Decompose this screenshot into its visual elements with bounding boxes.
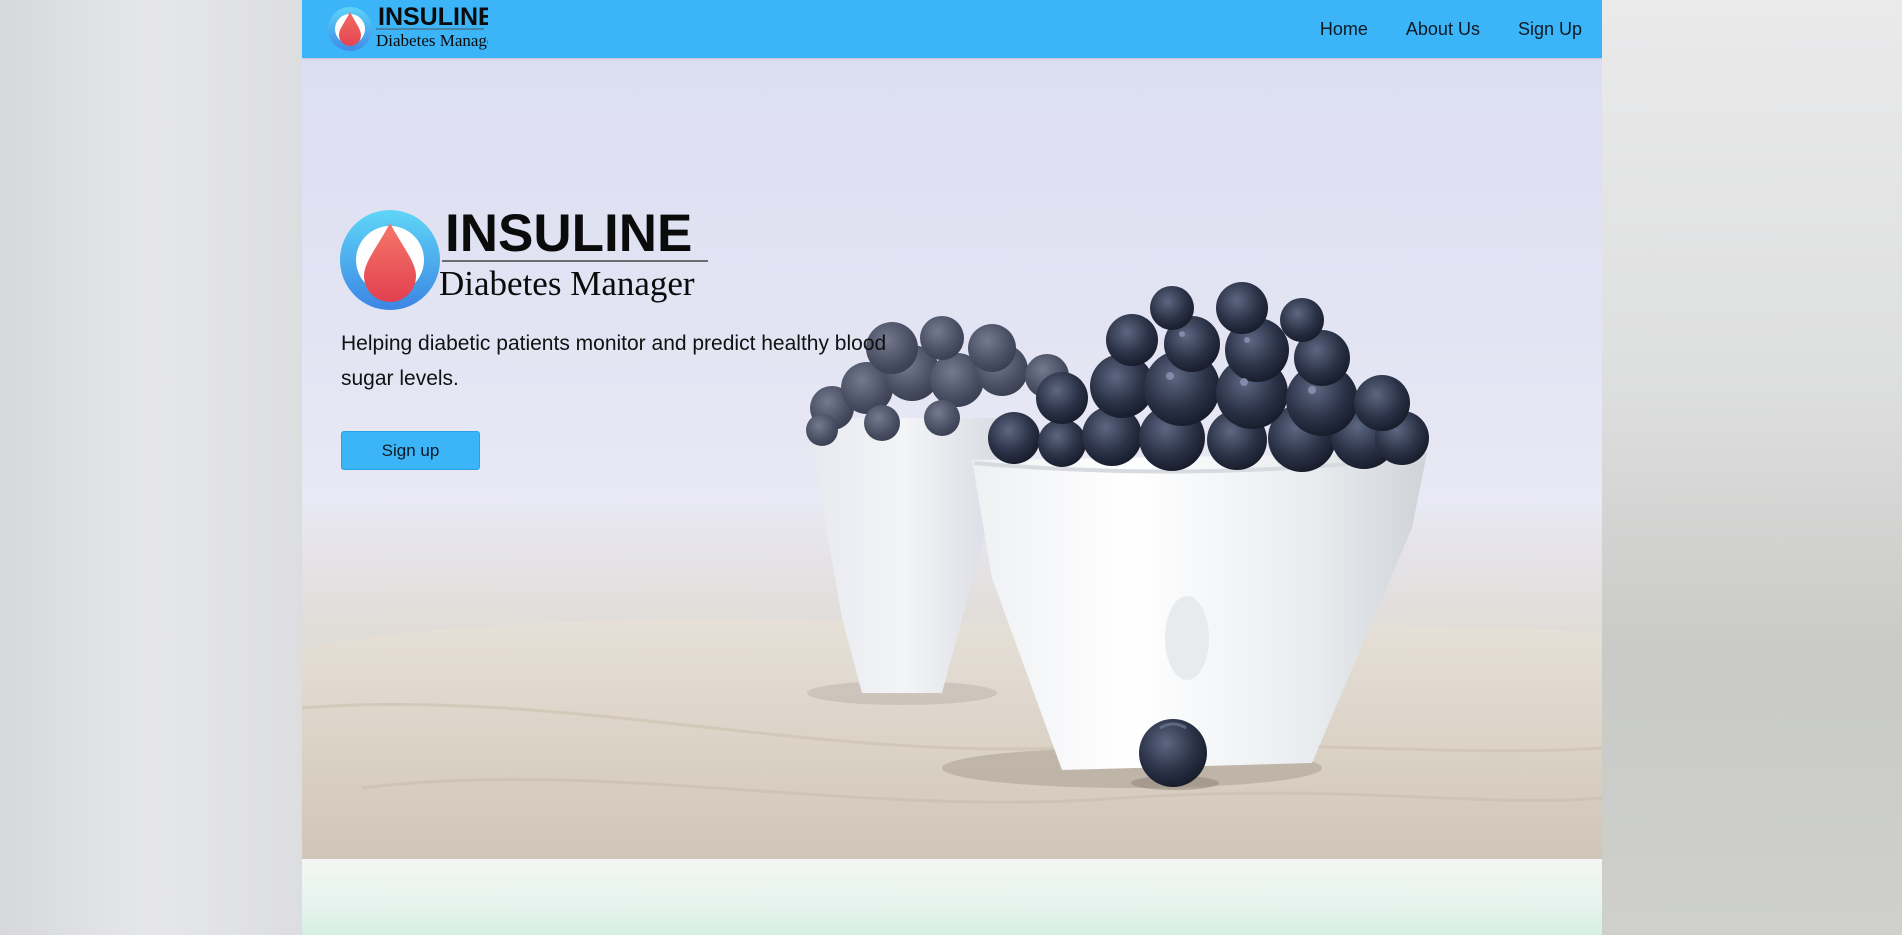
nav-logo[interactable]: INSULINE Diabetes Manager	[328, 4, 488, 54]
page-background-right	[1602, 0, 1902, 935]
hero-tagline: Helping diabetic patients monitor and pr…	[341, 332, 887, 390]
next-section	[302, 859, 1602, 935]
navbar: INSULINE Diabetes Manager Home About Us …	[302, 0, 1602, 58]
hero-logo: INSULINE Diabetes Manager	[340, 206, 708, 310]
blueberry-bowls-photo	[302, 282, 1602, 859]
page: INSULINE Diabetes Manager Home About Us …	[302, 0, 1602, 935]
hero-brand-name: INSULINE	[445, 206, 692, 263]
blood-drop-icon	[340, 210, 440, 310]
brand-subtitle: Diabetes Manager	[376, 31, 488, 50]
nav-home-link[interactable]: Home	[1320, 19, 1368, 40]
brand-name: INSULINE	[378, 4, 488, 31]
nav-links: Home About Us Sign Up	[1282, 0, 1582, 58]
signup-button[interactable]: Sign up	[341, 431, 480, 470]
nav-about-link[interactable]: About Us	[1406, 19, 1480, 40]
blood-drop-icon	[328, 7, 372, 51]
hero-section: INSULINE Diabetes Manager Helping diabet…	[302, 58, 1602, 859]
nav-signup-link[interactable]: Sign Up	[1518, 19, 1582, 40]
hero-brand-subtitle: Diabetes Manager	[439, 264, 695, 303]
